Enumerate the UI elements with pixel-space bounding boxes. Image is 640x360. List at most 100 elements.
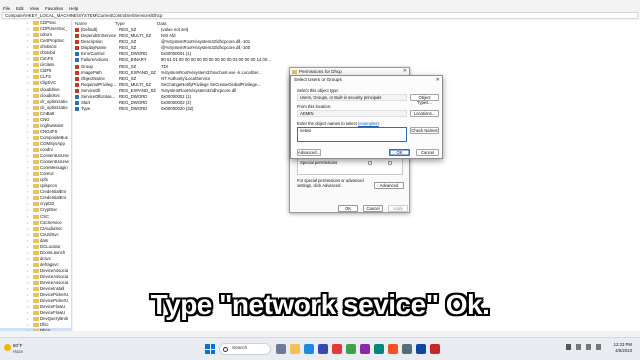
tree-item-label: DeviceAssocia	[40, 267, 69, 273]
allow-checkbox[interactable]	[368, 161, 372, 165]
tree-item-label: DeviceAssocia	[40, 273, 69, 279]
tree-item-label: CtAudioSvc	[40, 225, 63, 231]
column-type[interactable]: Type	[115, 20, 157, 27]
app-icon[interactable]	[388, 344, 398, 354]
select-cancel-button[interactable]: Cancel	[416, 149, 439, 156]
folder-icon	[33, 105, 39, 110]
examples-link[interactable]: (examples)	[358, 121, 379, 126]
tree-item-label: CompositeBus	[40, 134, 68, 140]
file-explorer-icon[interactable]	[290, 344, 300, 354]
string-value-icon	[75, 34, 79, 39]
tree-item-label: cplspcon	[40, 183, 57, 189]
names-label: Enter the object names to select (exampl…	[297, 121, 380, 126]
tree-item-label: DeviceAssocia	[40, 280, 69, 286]
chrome-icon[interactable]	[346, 344, 356, 354]
tree-item-label: clouddrive	[40, 86, 60, 92]
clock-date: 4/5/2023	[615, 348, 632, 353]
chevron-right-icon[interactable]: ›	[27, 328, 28, 331]
taskbar-search[interactable]: Search	[219, 343, 271, 355]
menu-edit[interactable]: Edit	[16, 6, 24, 11]
start-button[interactable]	[205, 344, 215, 354]
tree-item-label: CDPSvc	[40, 20, 57, 25]
menu-view[interactable]: View	[30, 6, 39, 11]
tree-item-label: cnghwassist	[40, 122, 64, 128]
string-value-icon	[75, 76, 79, 81]
values-header: Name Type Data	[73, 20, 640, 27]
deny-checkbox[interactable]	[388, 161, 392, 165]
folder-icon	[33, 281, 39, 286]
permissions-apply-button[interactable]: Apply	[388, 205, 408, 212]
tree-item[interactable]: › Dhcp	[0, 328, 71, 331]
app-icon[interactable]	[416, 344, 426, 354]
volume-icon[interactable]	[586, 344, 591, 350]
folder-icon	[33, 256, 39, 261]
app-icon[interactable]	[374, 344, 384, 354]
chevron-up-icon[interactable]	[566, 344, 571, 350]
folder-icon	[33, 178, 39, 183]
weather-temp: 80°F	[13, 343, 23, 348]
folder-icon	[33, 33, 39, 38]
folder-icon	[33, 141, 39, 146]
folder-icon	[33, 268, 39, 273]
close-icon[interactable]: ✕	[403, 68, 407, 75]
object-types-button[interactable]: Object Types...	[410, 94, 439, 105]
menu-favorites[interactable]: Favorites	[45, 6, 63, 11]
binary-value-icon	[75, 52, 79, 57]
tree-item-label: ClipSVC	[40, 80, 57, 86]
folder-icon	[33, 244, 39, 249]
locations-button[interactable]: Locations...	[410, 110, 439, 117]
wifi-icon[interactable]	[576, 344, 581, 350]
tree-item-label: CLFS	[40, 74, 51, 80]
close-icon[interactable]: ✕	[436, 76, 440, 84]
string-value-icon	[75, 70, 79, 75]
menu-help[interactable]: Help	[69, 6, 78, 11]
tree-item-label: CNG	[40, 116, 50, 122]
tree-item-label: CimFS	[40, 56, 54, 62]
tree-item-label: cht4vbd	[40, 50, 56, 56]
battery-icon[interactable]	[596, 344, 601, 350]
tree-item-label: CredentialEnr	[40, 195, 67, 201]
permissions-title: Permissions for Dhcp	[299, 69, 342, 74]
binary-value-icon	[75, 95, 79, 100]
folder-icon	[33, 329, 39, 331]
value-name: Type	[81, 106, 91, 112]
folder-icon	[33, 135, 39, 140]
menu-file[interactable]: File	[3, 6, 10, 11]
tree-item-label: CoreUI	[40, 171, 54, 177]
taskbar: 80°F Haze Search 12:23 PM 4/5/2023	[0, 337, 640, 360]
permissions-cancel-button[interactable]: Cancel	[363, 205, 383, 212]
folder-icon	[33, 232, 39, 237]
permissions-advanced-button[interactable]: Advanced	[374, 182, 404, 189]
object-names-input[interactable]: netwo	[297, 127, 407, 142]
store-icon[interactable]	[318, 344, 328, 354]
system-tray	[566, 344, 601, 350]
tree-item-label: ConsentUxUse	[40, 159, 69, 165]
address-bar[interactable]: Computer\HKEY_LOCAL_MACHINE\SYSTEM\Curre…	[2, 12, 638, 19]
app-icon[interactable]	[430, 344, 440, 354]
regedit-icon[interactable]	[402, 344, 412, 354]
select-ok-button[interactable]: OK	[389, 149, 410, 156]
column-name[interactable]: Name	[73, 20, 115, 27]
tree-item-label: CscService	[40, 219, 62, 225]
app-icon[interactable]	[360, 344, 370, 354]
column-data[interactable]: Data	[157, 20, 357, 27]
folder-icon	[33, 147, 39, 152]
location-label: From this location:	[297, 104, 332, 109]
tree-item-label: circlass	[40, 62, 55, 68]
weather-widget[interactable]: 80°F Haze	[4, 342, 44, 357]
edge-icon[interactable]	[304, 344, 314, 354]
media-icon[interactable]	[332, 344, 342, 354]
folder-icon	[33, 87, 39, 92]
task-view-icon[interactable]	[276, 344, 286, 354]
tree-item-label: DcomLaunch	[40, 249, 66, 255]
registry-tree[interactable]: › CDPSvc › CDPUserSvc_ › cdrom › CertPropSvc › ch…	[0, 20, 72, 331]
value-type: REG_DWORD	[119, 106, 148, 112]
select-advanced-button[interactable]: Advanced...	[297, 149, 321, 156]
tree-item-label: CDPUserSvc_	[40, 26, 68, 32]
clock[interactable]: 12:23 PM 4/5/2023	[602, 342, 632, 354]
permissions-ok-button[interactable]: OK	[338, 205, 358, 212]
tree-item-label: dcsvc	[40, 255, 51, 261]
folder-icon	[33, 99, 39, 104]
check-names-button[interactable]: Check Names	[410, 127, 439, 134]
tree-item-label: DCLocator	[40, 243, 61, 249]
